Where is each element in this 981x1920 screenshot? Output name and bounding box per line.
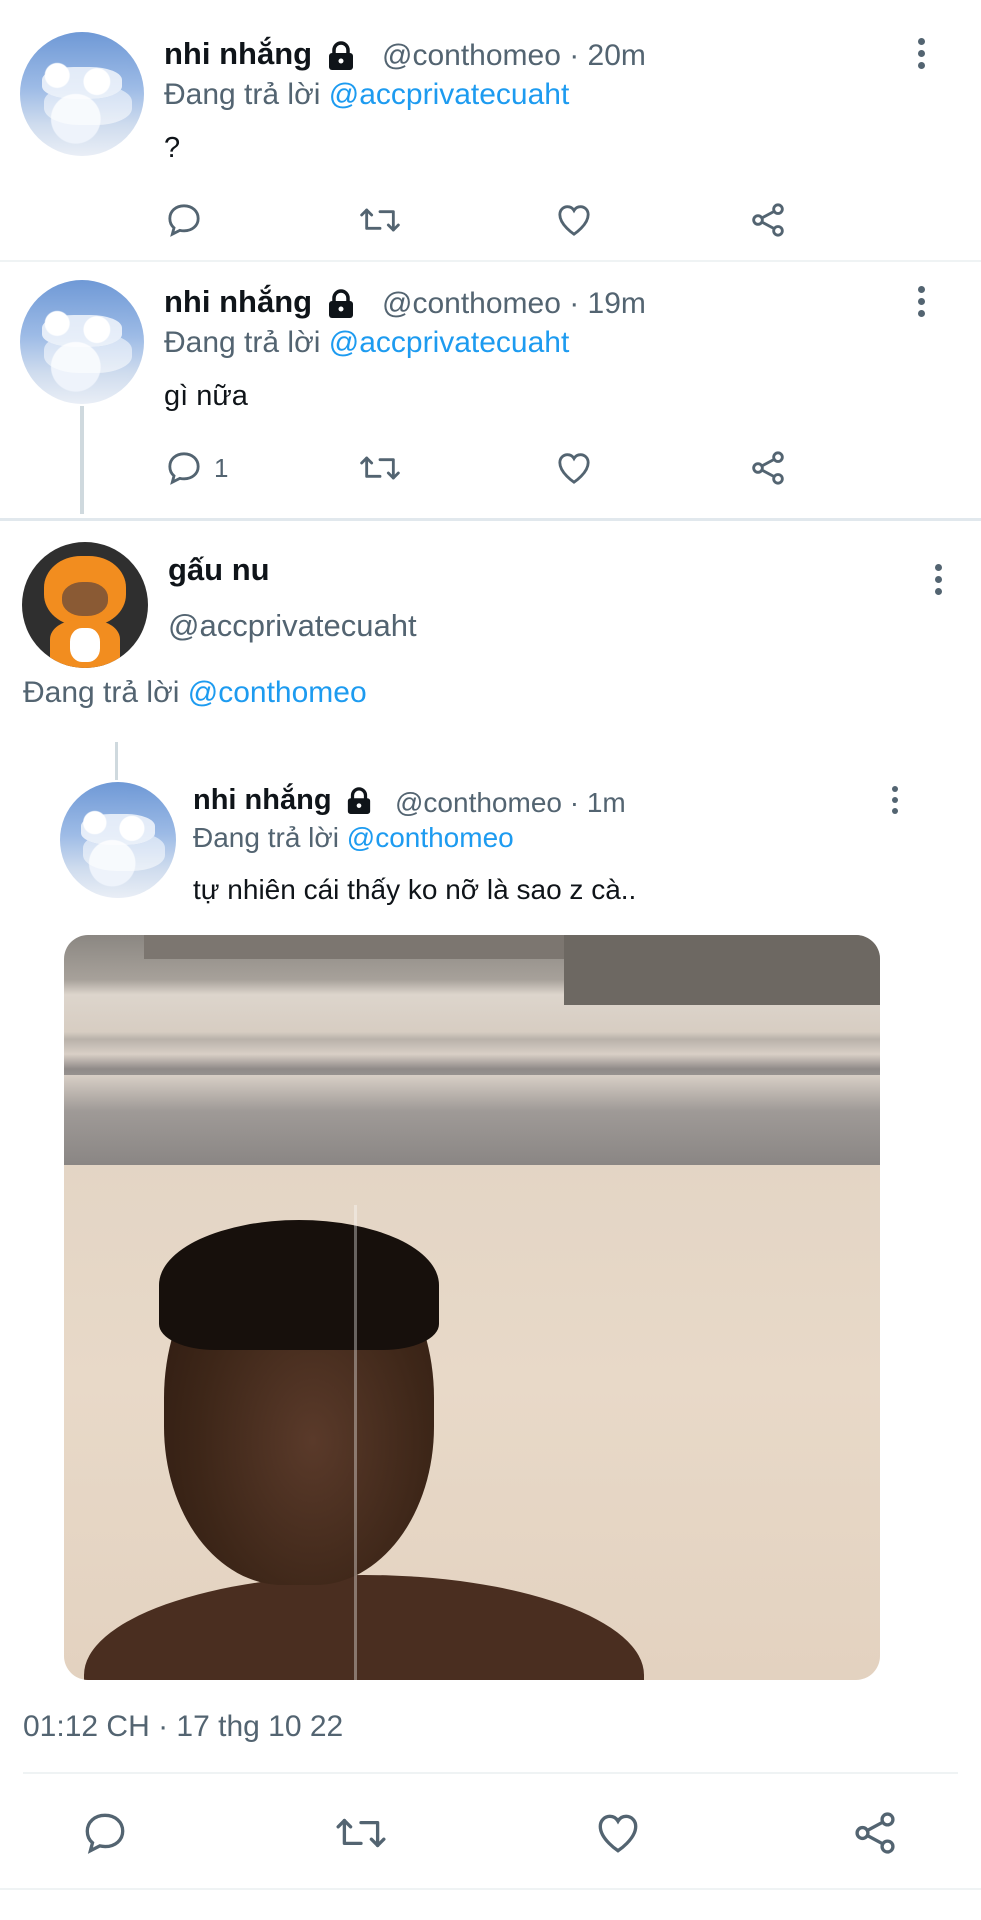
heart-icon — [558, 205, 590, 236]
like-button[interactable] — [554, 200, 594, 240]
tweet-1[interactable]: nhi nhắng @conthomeo · 20m Đang trả lời … — [0, 0, 981, 262]
avatar[interactable] — [20, 280, 144, 404]
tweet-text: ? — [164, 132, 181, 164]
reply-count: 1 — [214, 452, 229, 483]
share-button[interactable] — [748, 448, 788, 488]
divider — [0, 518, 981, 521]
retweet-icon — [360, 456, 400, 480]
more-vertical-icon[interactable] — [916, 38, 926, 74]
tweet-text: tự nhiên cái thấy ko nỡ là sao z cà.. — [193, 874, 637, 905]
share-button[interactable] — [748, 200, 788, 240]
share-icon — [752, 451, 784, 485]
share-icon — [752, 203, 784, 237]
retweet-button[interactable] — [334, 1808, 388, 1858]
mention-link[interactable]: @accprivatecuaht — [329, 78, 570, 111]
mention-link[interactable]: @conthomeo — [188, 676, 367, 709]
like-button[interactable] — [554, 448, 594, 488]
reply-icon — [168, 204, 200, 237]
quoted-tweet[interactable]: nhi nhắng @conthomeo · 1m Đang trả lời @… — [0, 770, 981, 930]
replying-to: Đang trả lời @accprivatecuaht — [164, 78, 569, 112]
retweet-icon — [360, 208, 400, 232]
share-button[interactable] — [850, 1808, 900, 1858]
more-vertical-icon[interactable] — [916, 286, 926, 322]
handle[interactable]: @accprivatecuaht — [168, 608, 417, 644]
like-button[interactable] — [593, 1808, 643, 1858]
handle-and-time[interactable]: @conthomeo · 1m — [395, 787, 626, 819]
display-name-text: nhi nhắng — [164, 36, 313, 71]
display-name-text: nhi nhắng — [193, 784, 332, 816]
display-name[interactable]: nhi nhắng — [164, 36, 355, 72]
display-name[interactable]: gấu nu — [168, 552, 270, 588]
replying-to-prefix: Đang trả lời — [164, 78, 321, 111]
heart-icon — [598, 1814, 638, 1853]
replying-to-prefix: Đang trả lời — [23, 676, 180, 709]
more-vertical-icon[interactable] — [890, 786, 900, 819]
retweet-icon — [336, 1818, 386, 1848]
replying-to: Đang trả lời @conthomeo — [193, 822, 514, 854]
more-vertical-icon[interactable] — [933, 564, 943, 600]
lock-icon — [328, 289, 353, 318]
replying-to-prefix: Đang trả lời — [193, 822, 339, 853]
mention-link[interactable]: @accprivatecuaht — [329, 326, 570, 359]
media-image[interactable] — [64, 935, 880, 1680]
retweet-button[interactable] — [358, 200, 402, 240]
replying-to: Đang trả lời @accprivatecuaht — [164, 326, 569, 360]
display-name[interactable]: nhi nhắng — [193, 784, 372, 817]
reply-icon — [168, 452, 200, 485]
lock-icon — [328, 41, 353, 70]
tweet-timestamp[interactable]: 01:12 CH · 17 thg 10 22 — [23, 1710, 343, 1744]
tweet-text: gì nữa — [164, 380, 248, 412]
avatar[interactable] — [60, 782, 176, 898]
divider — [23, 1772, 958, 1774]
reply-button[interactable] — [164, 200, 214, 240]
reply-button[interactable] — [80, 1808, 130, 1858]
mention-link[interactable]: @conthomeo — [347, 822, 514, 853]
lock-icon — [347, 787, 370, 815]
display-name-text: nhi nhắng — [164, 284, 313, 319]
handle-and-time[interactable]: @conthomeo · 20m — [382, 39, 646, 73]
heart-icon — [558, 453, 590, 484]
tweet-2[interactable]: nhi nhắng @conthomeo · 19m Đang trả lời … — [0, 262, 981, 520]
avatar[interactable] — [20, 32, 144, 156]
share-icon — [855, 1812, 895, 1854]
avatar[interactable] — [22, 542, 148, 668]
replying-to: Đang trả lời @conthomeo — [23, 676, 367, 710]
divider — [0, 1888, 981, 1890]
display-name[interactable]: nhi nhắng — [164, 284, 355, 320]
retweet-button[interactable] — [358, 448, 402, 488]
replying-to-prefix: Đang trả lời — [164, 326, 321, 359]
reply-button[interactable]: 1 — [164, 448, 228, 488]
handle-and-time[interactable]: @conthomeo · 19m — [382, 287, 646, 321]
reply-icon — [85, 1813, 125, 1854]
